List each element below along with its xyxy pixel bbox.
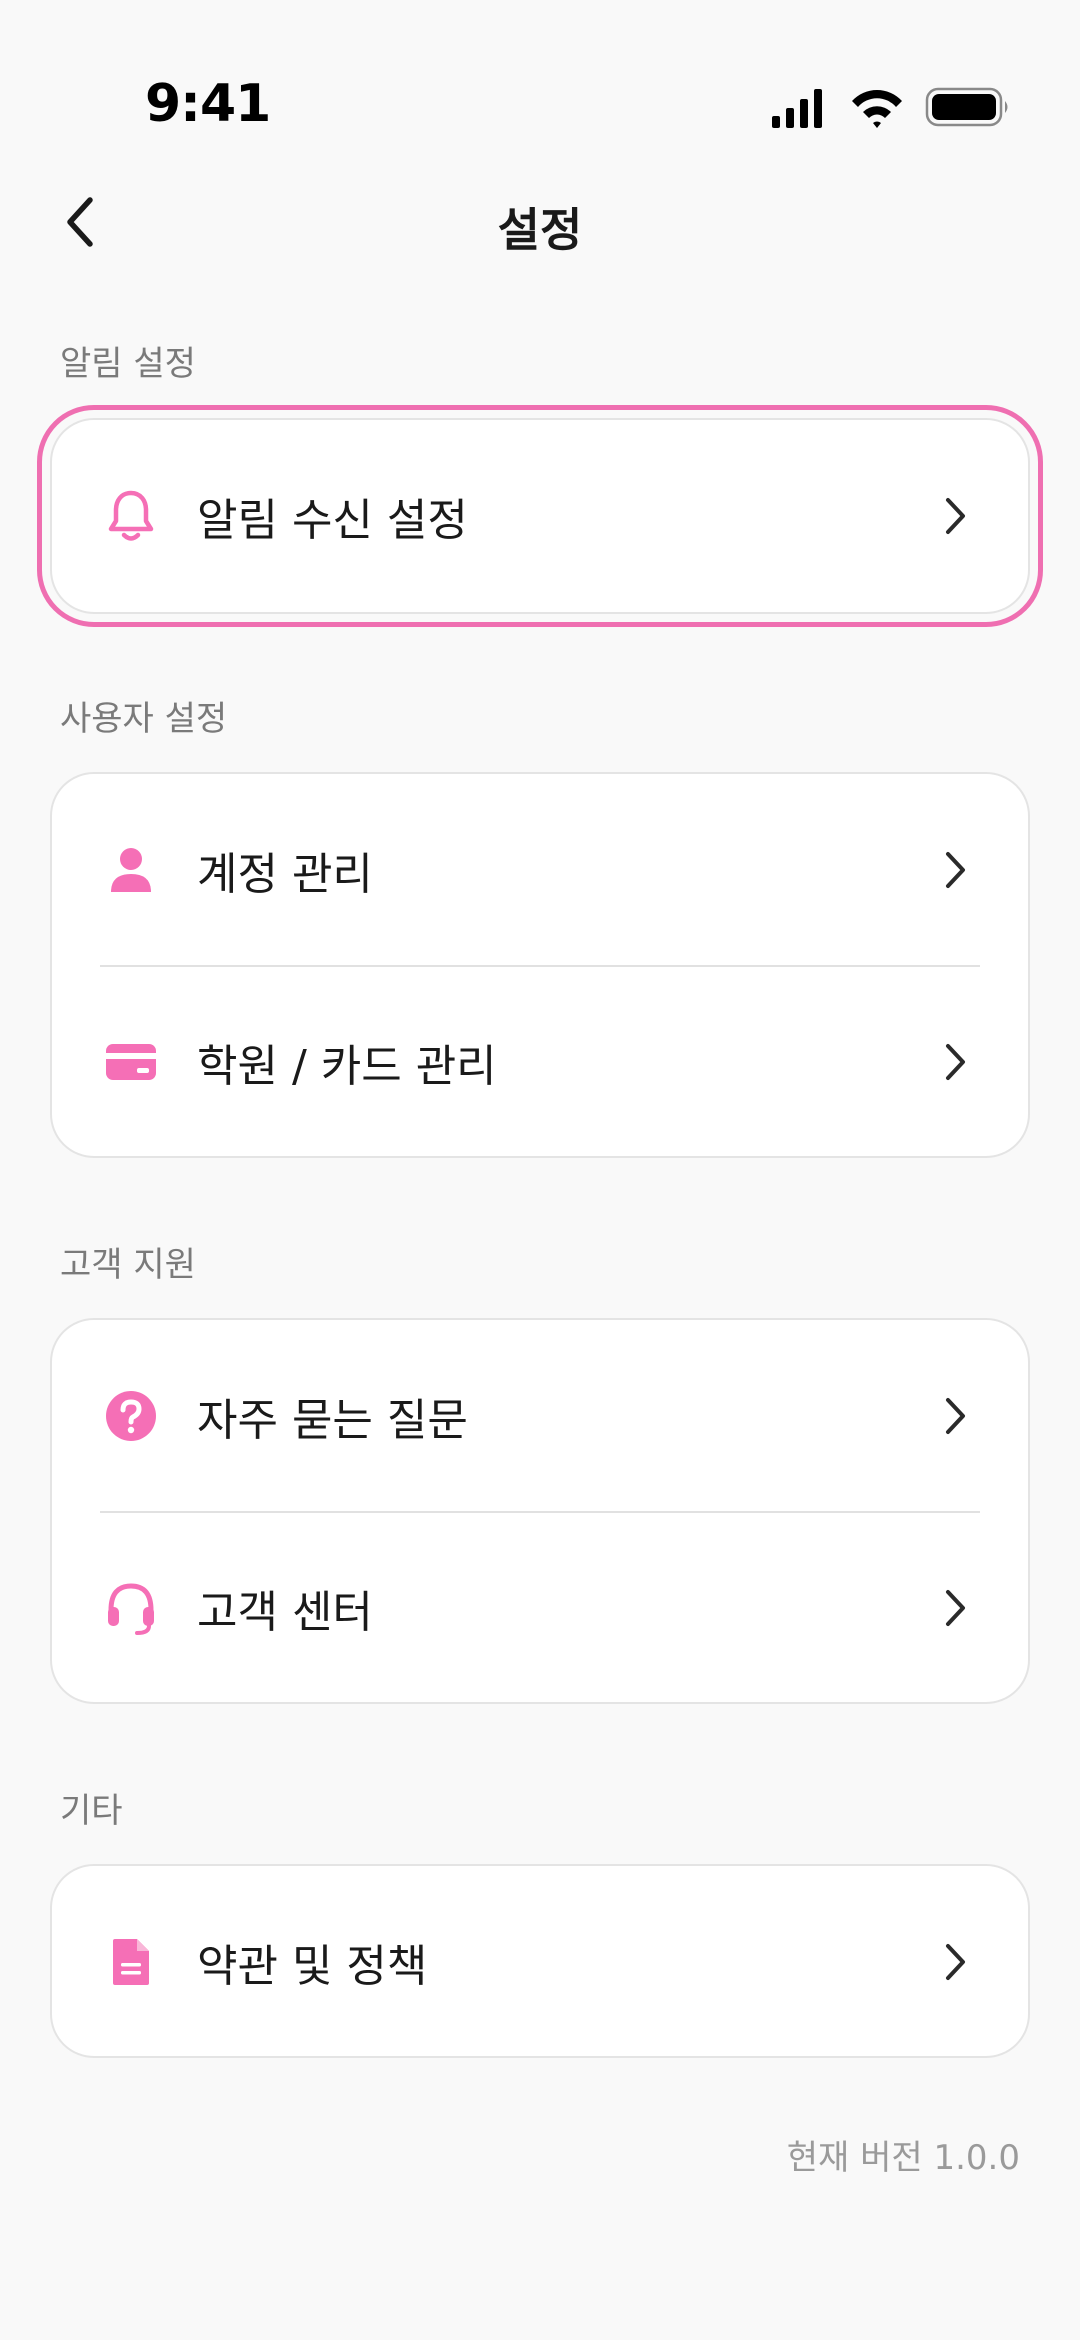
page-title: 설정 xyxy=(497,203,583,257)
question-icon xyxy=(104,1389,158,1443)
header: 설정 xyxy=(0,180,1080,264)
terms-policy-label: 약관 및 정책 xyxy=(197,1941,428,1992)
status-time: 9:41 xyxy=(145,74,271,134)
status-icons xyxy=(772,87,1008,128)
section-label-user: 사용자 설정 xyxy=(60,699,228,739)
notification-settings-label: 알림 수신 설정 xyxy=(197,495,468,546)
faq-row[interactable]: 자주 묻는 질문 xyxy=(52,1320,1028,1512)
wifi-icon xyxy=(852,90,902,128)
bell-icon xyxy=(104,489,158,543)
customer-center-row[interactable]: 고객 센터 xyxy=(52,1512,1028,1704)
other-card: 약관 및 정책 xyxy=(50,1864,1030,2058)
support-card: 자주 묻는 질문 고객 센터 xyxy=(50,1318,1030,1704)
notifications-card: 알림 수신 설정 xyxy=(37,405,1043,627)
user-settings-card: 계정 관리 학원 / 카드 관리 xyxy=(50,772,1030,1158)
terms-policy-row[interactable]: 약관 및 정책 xyxy=(52,1866,1028,2058)
notification-settings-row[interactable]: 알림 수신 설정 xyxy=(52,420,1028,612)
section-label-notifications: 알림 설정 xyxy=(60,344,196,384)
section-label-support: 고객 지원 xyxy=(60,1245,196,1285)
chevron-right-icon xyxy=(936,850,976,890)
status-bar: 9:41 xyxy=(0,0,1080,200)
chevron-right-icon xyxy=(936,1588,976,1628)
headset-icon xyxy=(104,1581,158,1635)
battery-icon xyxy=(925,87,1008,127)
account-management-row[interactable]: 계정 관리 xyxy=(52,774,1028,966)
app-version: 현재 버전 1.0.0 xyxy=(786,2138,1020,2178)
card-icon xyxy=(104,1035,158,1089)
academy-card-management-label: 학원 / 카드 관리 xyxy=(197,1041,497,1092)
section-label-other: 기타 xyxy=(60,1791,123,1831)
chevron-right-icon xyxy=(936,1942,976,1982)
account-management-label: 계정 관리 xyxy=(197,849,373,900)
customer-center-label: 고객 센터 xyxy=(197,1587,373,1638)
chevron-right-icon xyxy=(936,1042,976,1082)
academy-card-management-row[interactable]: 학원 / 카드 관리 xyxy=(52,966,1028,1158)
document-icon xyxy=(104,1935,158,1989)
chevron-right-icon xyxy=(936,1396,976,1436)
chevron-right-icon xyxy=(936,496,976,536)
person-icon xyxy=(104,843,158,897)
signal-icon xyxy=(772,89,822,128)
faq-label: 자주 묻는 질문 xyxy=(197,1395,468,1446)
